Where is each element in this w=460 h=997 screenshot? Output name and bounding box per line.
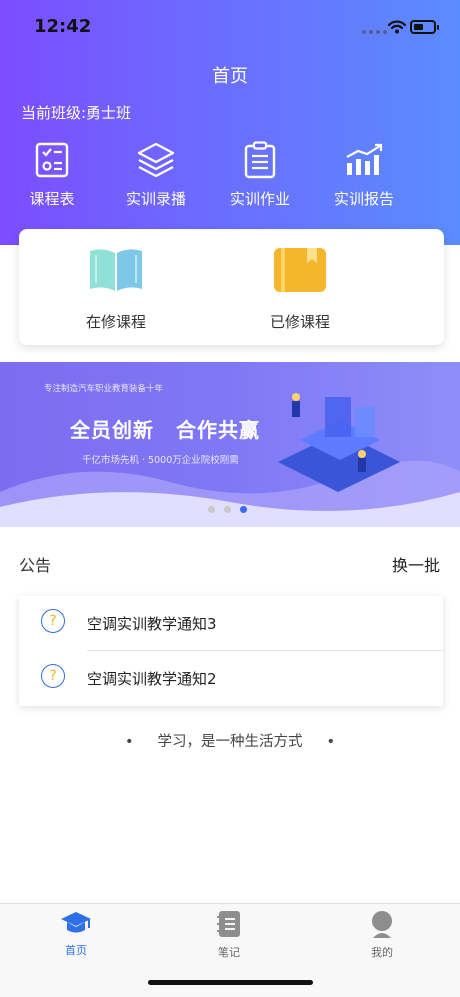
training-homework-label: 实训作业 (229, 190, 290, 208)
notice-text: 空调实训教学通知3 (87, 615, 217, 633)
tab-notes[interactable]: 笔记 (189, 910, 269, 960)
course-card: 在修课程 已修课程 (19, 229, 444, 345)
notebook-icon (217, 911, 240, 937)
in-progress-courses-label: 在修课程 (85, 313, 146, 331)
question-icon: ? (41, 609, 65, 633)
wifi-icon (388, 20, 406, 34)
question-icon: ? (41, 664, 65, 688)
completed-courses-button[interactable]: 已修课程 (230, 247, 370, 332)
slogan-dot-left: • (124, 734, 134, 750)
banner-headline-2: 合作共赢 (176, 418, 260, 442)
banner-dot-3[interactable] (240, 506, 247, 513)
banner-dot-1[interactable] (208, 506, 215, 513)
banner-dot-2[interactable] (224, 506, 231, 513)
graduation-cap-icon (61, 912, 91, 933)
in-progress-courses-button[interactable]: 在修课程 (46, 247, 186, 332)
tab-home[interactable]: 首页 (36, 910, 116, 958)
schedule-icon (35, 142, 69, 178)
status-time: 12:42 (34, 16, 92, 37)
slogan-dot-right: • (326, 734, 336, 750)
notice-item[interactable]: ? 空调实训教学通知3 (19, 596, 443, 651)
page-title: 首页 (212, 66, 248, 87)
notice-section-title: 公告 (19, 556, 52, 575)
refresh-notices-button[interactable]: 换一批 (392, 552, 440, 576)
tab-notes-label: 笔记 (218, 946, 240, 959)
training-recording-button[interactable]: 实训录播 (106, 140, 206, 209)
notice-text: 空调实训教学通知2 (87, 670, 217, 688)
tab-home-label: 首页 (65, 944, 87, 957)
closed-book-icon (274, 248, 326, 292)
promo-banner[interactable]: 专注制造汽车职业教育装备十年 全员创新 合作共赢 千亿市场先机 · 5000万企业… (0, 362, 460, 527)
current-class-label: 当前班级:勇士班 (21, 104, 132, 122)
slogan-text: 学习，是一种生活方式 (157, 734, 303, 750)
notice-list: ? 空调实训教学通知3 ? 空调实训教学通知2 (19, 596, 443, 706)
schedule-button[interactable]: 课程表 (2, 140, 102, 209)
training-report-label: 实训报告 (333, 190, 394, 208)
tab-profile-label: 我的 (371, 946, 393, 959)
slogan: • 学习，是一种生活方式 • (0, 730, 460, 751)
banner-pagination (208, 506, 247, 513)
notice-item[interactable]: ? 空调实训教学通知2 (19, 651, 443, 706)
banner-subtitle: 专注制造汽车职业教育装备十年 (44, 384, 164, 394)
banner-headline-1: 全员创新 (70, 418, 154, 442)
completed-courses-label: 已修课程 (269, 313, 330, 331)
training-recording-label: 实训录播 (125, 190, 186, 208)
tab-profile[interactable]: 我的 (342, 910, 422, 960)
cellular-signal-icon (362, 30, 387, 34)
quick-menu: 课程表 实训录播 实训作业 实训报告 (0, 140, 460, 220)
banner-headline: 全员创新 合作共赢 (70, 414, 282, 443)
home-indicator (148, 980, 313, 985)
schedule-label: 课程表 (29, 190, 75, 208)
open-book-icon (90, 249, 142, 291)
banner-tagline: 千亿市场先机 · 5000万企业院校刚需 (82, 455, 239, 466)
status-bar: 12:42 (0, 0, 460, 56)
clipboard-icon (244, 141, 276, 179)
training-homework-button[interactable]: 实训作业 (210, 140, 310, 209)
battery-icon (410, 20, 439, 34)
user-avatar-icon (372, 911, 392, 938)
bar-chart-icon (346, 143, 383, 175)
training-report-button[interactable]: 实训报告 (314, 140, 414, 209)
layers-icon (137, 142, 175, 178)
